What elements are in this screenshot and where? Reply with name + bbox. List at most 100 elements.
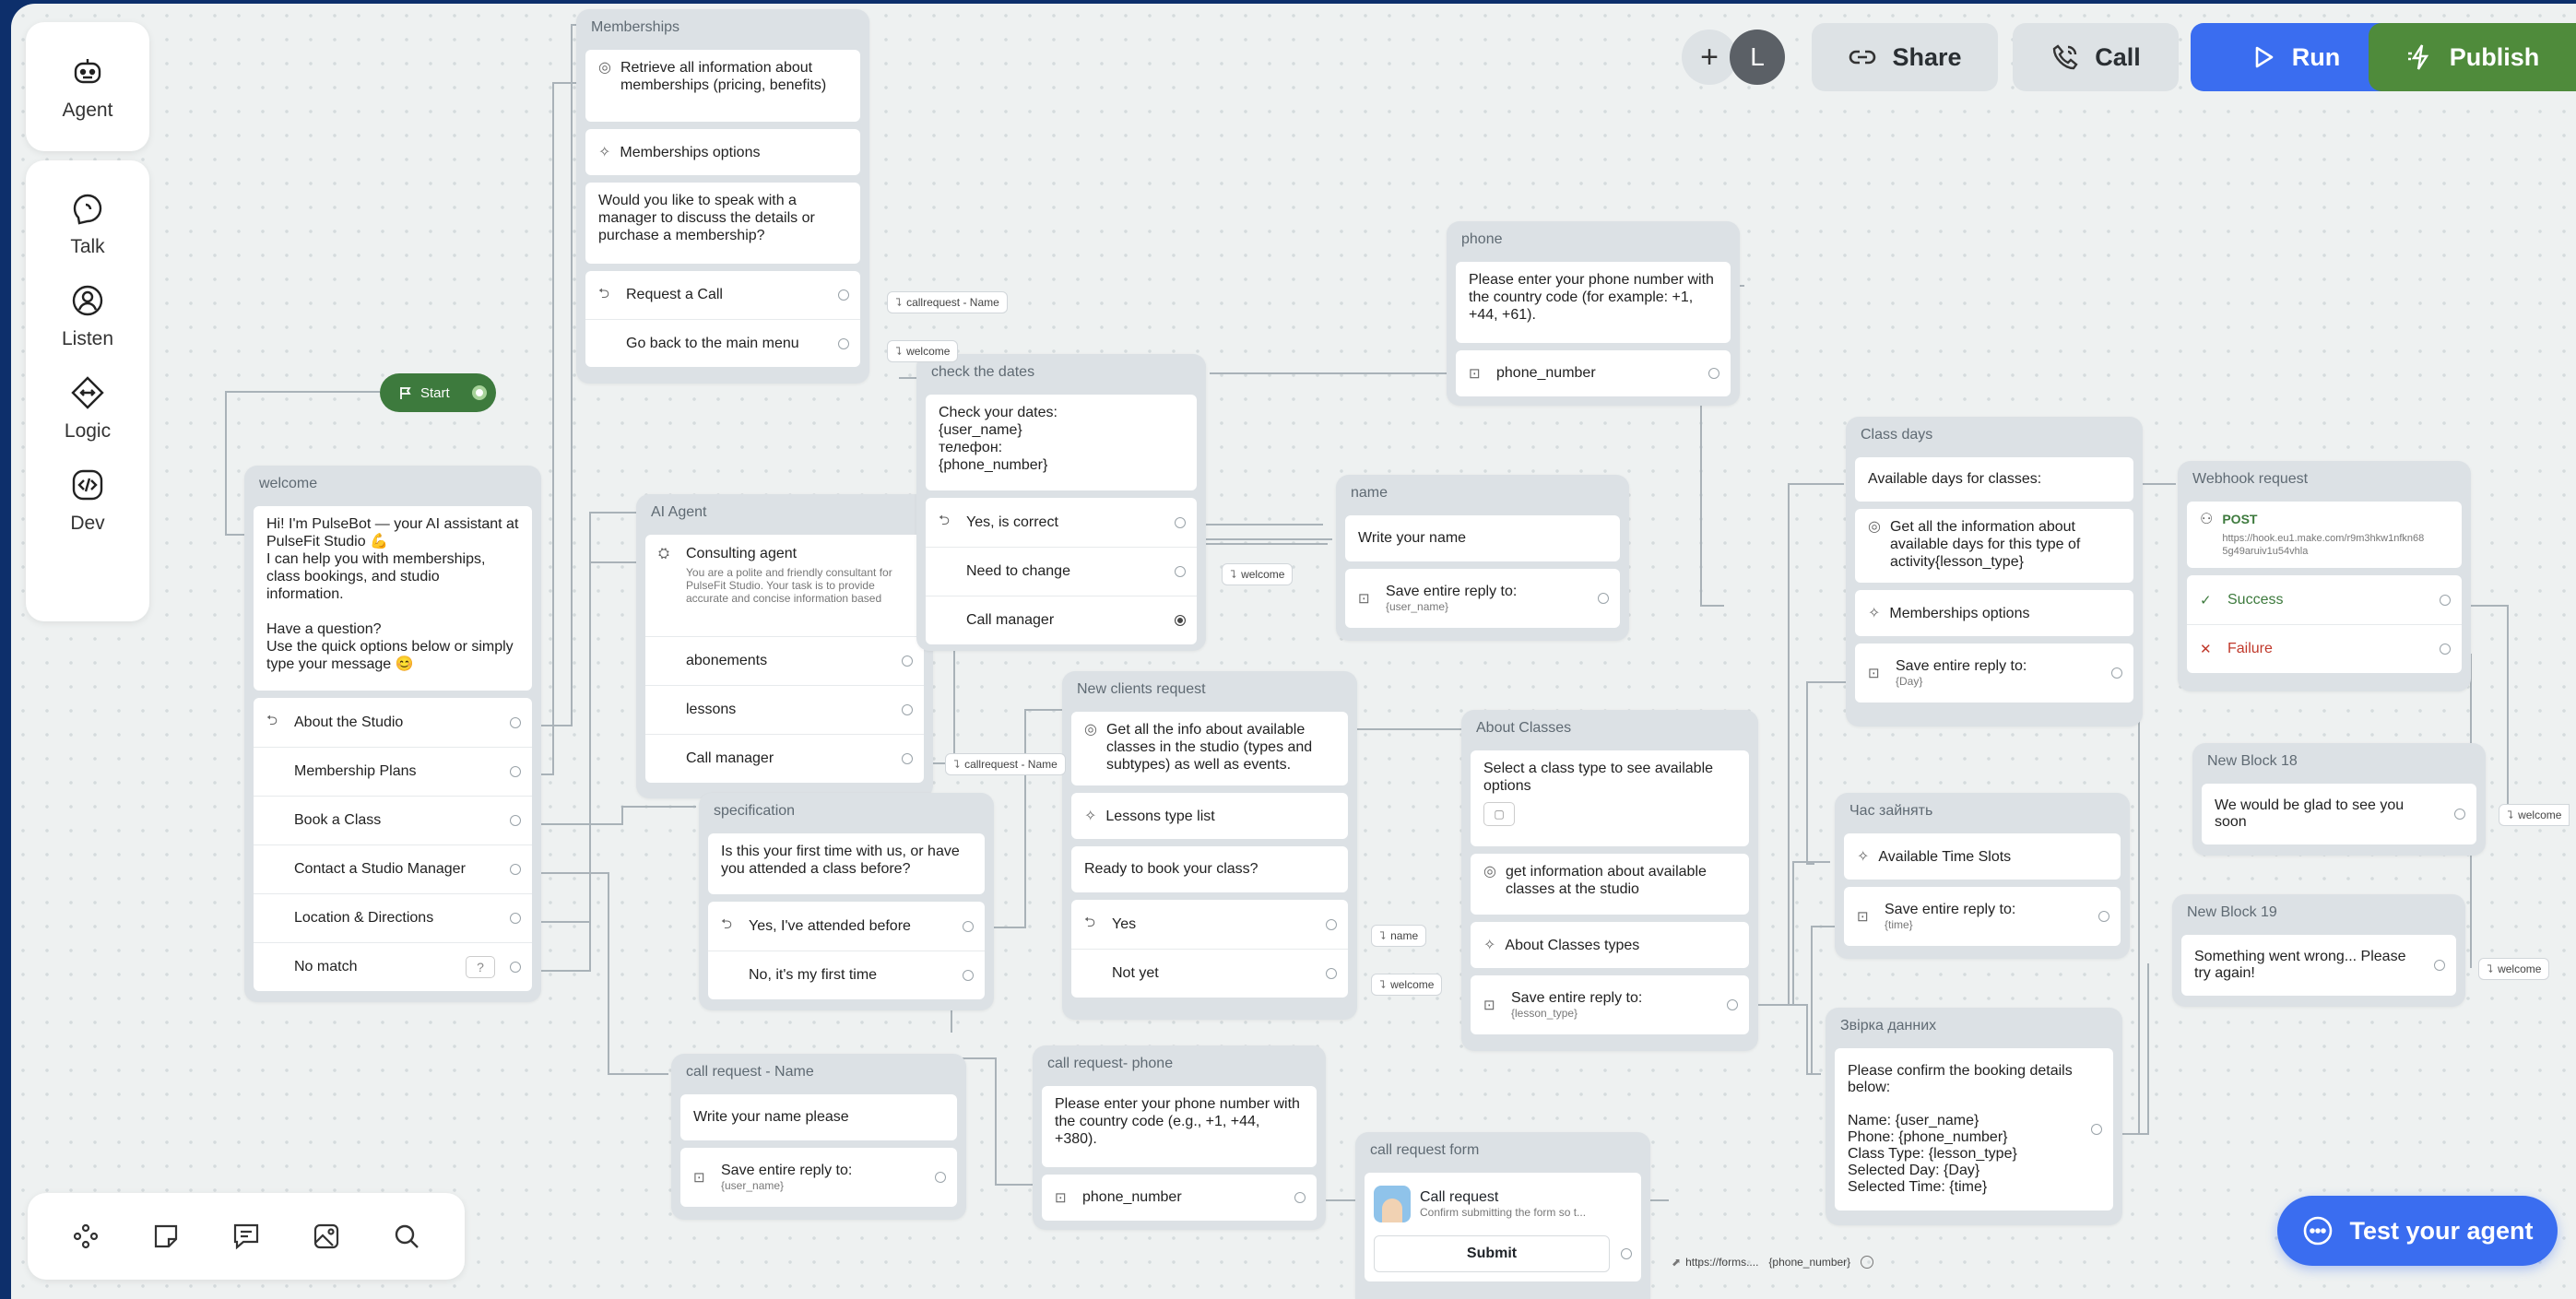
ai-option-call[interactable]: Call manager xyxy=(645,734,924,783)
option-yes[interactable]: ⮌ Yes xyxy=(1071,900,1348,949)
new-block-19-node[interactable]: New Block 19 Something went wrong... Ple… xyxy=(2172,894,2465,1007)
start-port[interactable] xyxy=(472,385,487,400)
webhook-success[interactable]: ✓ Success xyxy=(2187,575,2462,624)
output-port[interactable] xyxy=(1175,615,1186,626)
call-button[interactable]: Call xyxy=(2013,23,2179,91)
call-phone-variable[interactable]: ⊡ phone_number xyxy=(1042,1175,1317,1221)
welcome-option-book[interactable]: Book a Class xyxy=(254,796,532,844)
class-days-options[interactable]: ✧ Memberships options xyxy=(1855,590,2133,636)
webhook-request[interactable]: ⚇ POST https://hook.eu1.make.com/r9m3hkw1n… xyxy=(2187,502,2462,568)
start-node[interactable]: Start xyxy=(380,373,496,412)
output-port[interactable] xyxy=(510,962,521,973)
request-call-option[interactable]: ⮌ Request a Call xyxy=(585,271,860,319)
call-request-phone-node[interactable]: call request- phone Please enter your ph… xyxy=(1033,1045,1326,1230)
jump-pill-welcome-2[interactable]: ⮧ welcome xyxy=(1222,563,1294,585)
confirm-message[interactable]: Please confirm the booking details below… xyxy=(1835,1048,2113,1210)
output-port[interactable] xyxy=(2440,644,2451,655)
class-days-node[interactable]: Class days Available days for classes: ◎… xyxy=(1846,417,2143,726)
output-port[interactable] xyxy=(510,913,521,924)
about-classes-info[interactable]: ◎ get information about available classes… xyxy=(1471,854,1749,915)
output-port[interactable] xyxy=(2111,667,2122,679)
go-back-option[interactable]: Go back to the main menu xyxy=(585,319,860,367)
confirm-node[interactable]: Звірка данних Please confirm the booking… xyxy=(1826,1008,2122,1225)
image-icon[interactable] xyxy=(311,1221,342,1252)
class-days-info[interactable]: ◎ Get all the information about available… xyxy=(1855,509,2133,583)
option-first-time[interactable]: No, it's my first time xyxy=(708,951,985,999)
add-collaborator-button[interactable]: + xyxy=(1682,30,1737,85)
output-port[interactable] xyxy=(510,864,521,875)
memberships-node[interactable]: Memberships ◎ Retrieve all information ab… xyxy=(576,9,869,384)
call-request-name-node[interactable]: call request - Name Write your name plea… xyxy=(671,1054,966,1220)
output-port[interactable] xyxy=(510,815,521,826)
about-classes-types[interactable]: ✧ About Classes types xyxy=(1471,922,1749,968)
option-correct[interactable]: ⮌ Yes, is correct xyxy=(926,498,1197,547)
jump-pill-welcome-4[interactable]: ⮧ welcome xyxy=(2499,804,2570,826)
output-port[interactable] xyxy=(963,920,974,932)
sidebar-talk[interactable]: Talk xyxy=(67,177,108,269)
output-port[interactable] xyxy=(1175,516,1186,528)
output-port[interactable] xyxy=(902,655,913,667)
output-port[interactable] xyxy=(935,1172,946,1183)
share-button[interactable]: Share xyxy=(1812,23,1998,91)
search-icon[interactable] xyxy=(391,1221,422,1252)
jump-pill-welcome[interactable]: ⮧ welcome xyxy=(887,340,959,362)
sidebar-agent[interactable]: Agent xyxy=(63,41,112,133)
new-clients-info[interactable]: ◎ Get all the info about available classe… xyxy=(1071,712,1348,785)
name-node[interactable]: name Write your name ⊡ Save entire reply … xyxy=(1336,475,1629,641)
test-agent-button[interactable]: Test your agent xyxy=(2277,1196,2558,1266)
time-save[interactable]: ⊡ Save entire reply to: {time} xyxy=(1844,887,2121,946)
lessons-type-list[interactable]: ✧ Lessons type list xyxy=(1071,793,1348,839)
sidebar-logic[interactable]: Logic xyxy=(65,361,111,454)
welcome-option-location[interactable]: Location & Directions xyxy=(254,893,532,942)
jump-pill-callrequest-name[interactable]: ⮧ callrequest - Name xyxy=(887,291,1008,313)
output-port[interactable] xyxy=(2098,911,2109,922)
output-port[interactable] xyxy=(1175,566,1186,577)
welcome-option-about[interactable]: ⮌ About the Studio xyxy=(254,698,532,747)
option-change[interactable]: Need to change xyxy=(926,547,1197,596)
output-port[interactable] xyxy=(1598,593,1609,604)
submit-button[interactable]: Submit xyxy=(1374,1235,1610,1272)
output-port[interactable] xyxy=(1326,918,1337,930)
new18-message[interactable]: We would be glad to see you soon xyxy=(2202,784,2476,844)
output-port[interactable] xyxy=(1727,999,1738,1010)
webhook-node[interactable]: Webhook request ⚇ POST https://hook.eu1.ma… xyxy=(2178,461,2471,691)
welcome-node[interactable]: welcome Hi! I'm PulseBot — your AI assis… xyxy=(244,466,541,1002)
sidebar-listen[interactable]: Listen xyxy=(62,269,113,361)
option-call-manager[interactable]: Call manager xyxy=(926,596,1197,644)
phone-node[interactable]: phone Please enter your phone number wit… xyxy=(1447,221,1740,406)
jump-pill-callrequest-name-2[interactable]: ⮧ callrequest - Name xyxy=(945,753,1066,775)
output-port[interactable] xyxy=(2440,594,2451,606)
output-port[interactable] xyxy=(2454,809,2465,820)
time-node[interactable]: Час зайнять ✧ Available Time Slots ⊡ Save … xyxy=(1835,793,2130,959)
ai-agent-node[interactable]: AI Agent ⛭ Consulting agent You are a poli… xyxy=(636,494,933,798)
option-attended[interactable]: ⮌ Yes, I've attended before xyxy=(708,902,985,951)
jump-pill-welcome-5[interactable]: ⮧ welcome xyxy=(2478,958,2550,980)
jump-pill-name[interactable]: ⮧ name xyxy=(1371,925,1427,947)
output-port[interactable] xyxy=(902,753,913,764)
day-save[interactable]: ⊡ Save entire reply to: {Day} xyxy=(1855,644,2133,703)
new-block-18-node[interactable]: New Block 18 We would be glad to see you… xyxy=(2192,743,2486,856)
check-dates-node[interactable]: check the dates Check your dates: {user_… xyxy=(916,354,1206,651)
publish-button[interactable]: Publish xyxy=(2369,23,2576,91)
avatar[interactable]: L xyxy=(1730,30,1785,85)
welcome-option-nomatch[interactable]: No match? xyxy=(254,942,532,991)
call-name-save[interactable]: ⊡ Save entire reply to: {user_name} xyxy=(680,1148,957,1207)
sidebar-dev[interactable]: Dev xyxy=(67,454,108,546)
output-port[interactable] xyxy=(1326,968,1337,979)
output-port[interactable] xyxy=(510,766,521,777)
message-icon[interactable] xyxy=(230,1221,262,1252)
form-url-pill[interactable]: ⬈ https://forms.... {phone_number} xyxy=(1664,1250,1881,1274)
consulting-agent[interactable]: ⛭ Consulting agent You are a polite and fr… xyxy=(645,535,924,636)
output-port[interactable] xyxy=(902,704,913,715)
ai-option-abonements[interactable]: abonements xyxy=(645,636,924,685)
lesson-type-save[interactable]: ⊡ Save entire reply to: {lesson_type} xyxy=(1471,975,1749,1034)
memberships-retrieve[interactable]: ◎ Retrieve all information about membersh… xyxy=(585,50,860,122)
output-port[interactable] xyxy=(838,337,849,349)
output-port[interactable] xyxy=(1294,1192,1306,1203)
about-classes-node[interactable]: About Classes Select a class type to see… xyxy=(1461,710,1758,1051)
specification-node[interactable]: specification Is this your first time wi… xyxy=(699,793,994,1010)
new-clients-node[interactable]: New clients request ◎ Get all the info ab… xyxy=(1062,671,1357,1020)
jump-pill-welcome-3[interactable]: ⮧ welcome xyxy=(1371,974,1443,996)
output-port[interactable] xyxy=(510,716,521,728)
note-icon[interactable] xyxy=(150,1221,182,1252)
